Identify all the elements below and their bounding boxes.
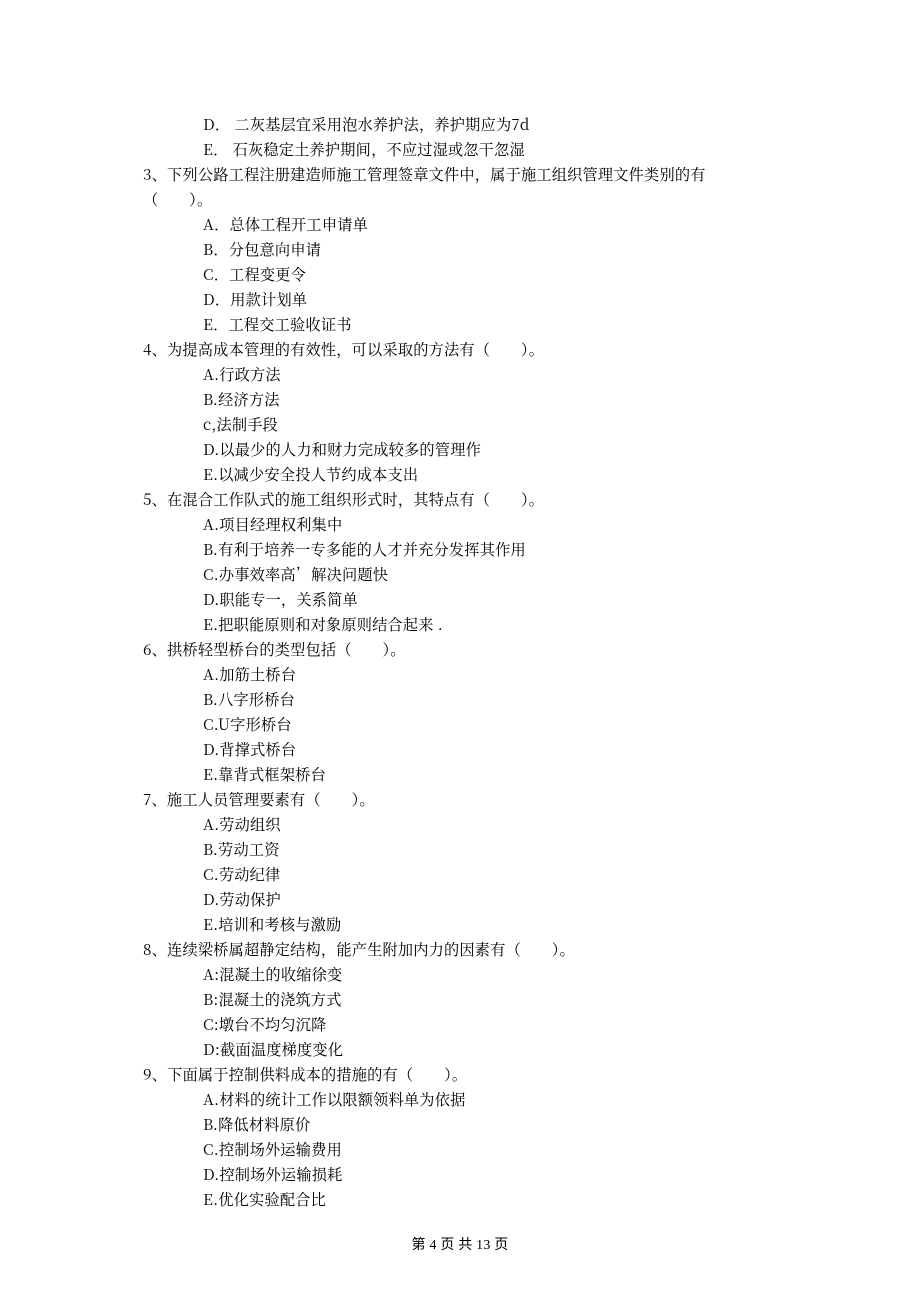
option-e: E． 石灰稳定土养护期间，不应过湿或忽干忽湿 bbox=[143, 137, 800, 162]
q3-opt-c: C．工程变更令 bbox=[143, 262, 800, 287]
q9-opt-d: D.控制场外运输损耗 bbox=[143, 1162, 800, 1187]
q4-opt-c: c,法制手段 bbox=[143, 412, 800, 437]
question-7-stem: 7、施工人员管理要素有（ ）。 bbox=[143, 787, 800, 812]
q3-opt-e: E．工程交工验收证书 bbox=[143, 312, 800, 337]
q4-opt-e: E.以减少安全投人节约成本支出 bbox=[143, 462, 800, 487]
option-d: D． 二灰基层宜采用泡水养护法，养护期应为7d bbox=[143, 112, 800, 137]
q5-opt-c: C.办事效率高’解决问题快 bbox=[143, 562, 800, 587]
footer-suffix: 页 bbox=[491, 1238, 509, 1253]
footer-middle: 页 共 bbox=[437, 1238, 477, 1253]
q9-opt-b: B.降低材料原价 bbox=[143, 1112, 800, 1137]
question-3-stem-cont: （ ）。 bbox=[143, 187, 800, 212]
q9-opt-a: A.材料的统计工作以限额领料单为依据 bbox=[143, 1087, 800, 1112]
question-3-stem: 3、下列公路工程注册建造师施工管理签章文件中，属于施工组织管理文件类别的有 bbox=[143, 162, 800, 187]
q4-opt-b: B.经济方法 bbox=[143, 387, 800, 412]
question-4-stem: 4、为提高成本管理的有效性，可以采取的方法有（ ）。 bbox=[143, 337, 800, 362]
q9-opt-c: C.控制场外运输费用 bbox=[143, 1137, 800, 1162]
q6-opt-a: A.加筋土桥台 bbox=[143, 662, 800, 687]
q3-opt-b: B．分包意向申请 bbox=[143, 237, 800, 262]
question-5-stem: 5、在混合工作队式的施工组织形式时，其特点有（ ）。 bbox=[143, 487, 800, 512]
question-6-stem: 6、拱桥轻型桥台的类型包括（ ）。 bbox=[143, 637, 800, 662]
q7-opt-e: E.培训和考核与激励 bbox=[143, 912, 800, 937]
question-9-stem: 9、下面属于控制供料成本的措施的有（ ）。 bbox=[143, 1062, 800, 1087]
question-8-stem: 8、连续梁桥属超静定结构，能产生附加内力的因素有（ ）。 bbox=[143, 937, 800, 962]
q8-opt-c: C:墩台不均匀沉降 bbox=[143, 1012, 800, 1037]
q5-opt-b: B.有利于培养一专多能的人才并充分发挥其作用 bbox=[143, 537, 800, 562]
q7-opt-a: A.劳动组织 bbox=[143, 812, 800, 837]
footer-page-total: 13 bbox=[476, 1238, 490, 1253]
q6-opt-d: D.背撑式桥台 bbox=[143, 737, 800, 762]
q9-opt-e: E.优化实验配合比 bbox=[143, 1187, 800, 1212]
q7-opt-b: B.劳动工资 bbox=[143, 837, 800, 862]
q8-opt-a: A:混凝土的收缩徐变 bbox=[143, 962, 800, 987]
footer-prefix: 第 bbox=[412, 1238, 430, 1253]
q3-opt-a: A．总体工程开工申请单 bbox=[143, 212, 800, 237]
q4-opt-a: A.行政方法 bbox=[143, 362, 800, 387]
q7-opt-d: D.劳动保护 bbox=[143, 887, 800, 912]
q7-opt-c: C.劳动纪律 bbox=[143, 862, 800, 887]
q3-opt-d: D．用款计划单 bbox=[143, 287, 800, 312]
q6-opt-c: C.U字形桥台 bbox=[143, 712, 800, 737]
q6-opt-b: B.八字形桥台 bbox=[143, 687, 800, 712]
document-page: D． 二灰基层宜采用泡水养护法，养护期应为7d E． 石灰稳定土养护期间，不应过… bbox=[0, 0, 920, 1302]
footer-page-current: 4 bbox=[429, 1238, 436, 1253]
q6-opt-e: E.靠背式框架桥台 bbox=[143, 762, 800, 787]
q8-opt-b: B:混凝土的浇筑方式 bbox=[143, 987, 800, 1012]
q4-opt-d: D.以最少的人力和财力完成较多的管理作 bbox=[143, 437, 800, 462]
page-footer: 第 4 页 共 13 页 bbox=[0, 1233, 920, 1258]
q5-opt-a: A.项目经理权利集中 bbox=[143, 512, 800, 537]
q8-opt-d: D:截面温度梯度变化 bbox=[143, 1037, 800, 1062]
q5-opt-d: D.职能专一，关系简单 bbox=[143, 587, 800, 612]
q5-opt-e: E.把职能原则和对象原则结合起来 . bbox=[143, 612, 800, 637]
